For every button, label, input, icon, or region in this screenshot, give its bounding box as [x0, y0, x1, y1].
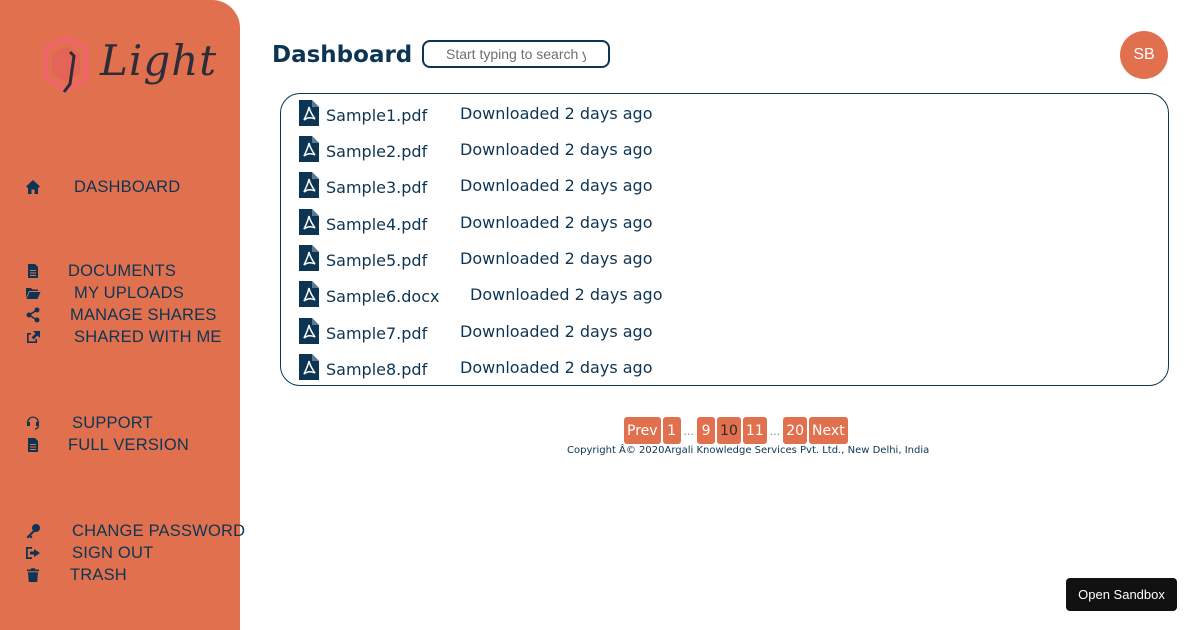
nav-support-label: SUPPORT [72, 413, 153, 432]
nav-my-uploads-label: MY UPLOADS [74, 283, 184, 302]
pdf-file-icon [299, 354, 319, 380]
nav-full-version[interactable]: FULL VERSION [24, 434, 189, 456]
file-status: Downloaded 2 days ago [460, 213, 653, 232]
file-status: Downloaded 2 days ago [460, 249, 653, 268]
file-row[interactable]: Sample8.pdf Downloaded 2 days ago [299, 354, 1139, 384]
search-input[interactable] [422, 40, 610, 68]
nav-my-uploads[interactable]: MY UPLOADS [24, 282, 184, 304]
file-row[interactable]: Sample4.pdf Downloaded 2 days ago [299, 209, 1139, 239]
file-row[interactable]: Sample6.docx Downloaded 2 days ago [299, 281, 1139, 311]
sidebar: Light DASHBOARD DOCUMENTS MY UPLOADS MAN… [0, 0, 245, 630]
copyright-text: Copyright Â© 2020Argali Knowledge Servic… [567, 445, 930, 456]
nav-change-password[interactable]: CHANGE PASSWORD [24, 520, 245, 542]
nav-trash-label: TRASH [70, 565, 127, 584]
file-row[interactable]: Sample2.pdf Downloaded 2 days ago [299, 136, 1139, 166]
pdf-file-icon [299, 136, 319, 162]
nav-dashboard[interactable]: DASHBOARD [24, 176, 180, 198]
file-row[interactable]: Sample3.pdf Downloaded 2 days ago [299, 172, 1139, 202]
nav-shared-with-me[interactable]: SHARED WITH ME [24, 326, 221, 348]
file-row[interactable]: Sample7.pdf Downloaded 2 days ago [299, 318, 1139, 348]
nav-full-version-label: FULL VERSION [68, 435, 189, 454]
logo-text: Light [100, 36, 218, 85]
file-status: Downloaded 2 days ago [470, 285, 663, 304]
key-icon [24, 522, 42, 540]
file-status: Downloaded 2 days ago [460, 176, 653, 195]
file-name[interactable]: Sample4.pdf [326, 215, 427, 234]
pagination: Prev 1 ... 9 10 11 ... 20 Next [624, 417, 850, 444]
pdf-file-icon [299, 245, 319, 271]
page-10-button[interactable]: 10 [717, 417, 741, 444]
file-name[interactable]: Sample2.pdf [326, 142, 427, 161]
nav-trash[interactable]: TRASH [24, 564, 127, 586]
nav-sign-out[interactable]: SIGN OUT [24, 542, 153, 564]
nav-dashboard-label: DASHBOARD [74, 177, 181, 196]
sign-out-icon [24, 544, 42, 562]
pdf-file-icon [299, 209, 319, 235]
share-square-icon [24, 328, 42, 346]
page-ellipsis: ... [683, 425, 695, 438]
file-name[interactable]: Sample5.pdf [326, 251, 427, 270]
logo-mark-icon [43, 35, 89, 93]
folder-open-icon [24, 284, 42, 302]
nav-support[interactable]: SUPPORT [24, 412, 153, 434]
nav-change-password-label: CHANGE PASSWORD [72, 521, 246, 540]
avatar[interactable]: SB [1120, 31, 1168, 79]
file-status: Downloaded 2 days ago [460, 140, 653, 159]
file-row[interactable]: Sample5.pdf Downloaded 2 days ago [299, 245, 1139, 275]
nav-manage-shares-label: MANAGE SHARES [70, 305, 217, 324]
nav-documents-label: DOCUMENTS [68, 261, 177, 280]
next-page-button[interactable]: Next [809, 417, 848, 444]
app-logo[interactable]: Light [40, 34, 216, 108]
share-alt-icon [24, 306, 42, 324]
page-ellipsis: ... [769, 425, 781, 438]
prev-page-button[interactable]: Prev [624, 417, 661, 444]
pdf-file-icon [299, 172, 319, 198]
page-1-button[interactable]: 1 [662, 417, 681, 444]
page-20-button[interactable]: 20 [783, 417, 808, 444]
nav-sign-out-label: SIGN OUT [72, 543, 154, 562]
file-name[interactable]: Sample6.docx [326, 287, 439, 306]
file-name[interactable]: Sample3.pdf [326, 178, 427, 197]
pdf-file-icon [299, 281, 319, 307]
file-name[interactable]: Sample7.pdf [326, 324, 427, 343]
open-sandbox-button[interactable]: Open Sandbox [1066, 578, 1177, 611]
nav-documents[interactable]: DOCUMENTS [24, 260, 176, 282]
pdf-file-icon [299, 318, 319, 344]
headset-icon [24, 414, 42, 432]
trash-icon [24, 566, 42, 584]
file-list: Sample1.pdf Downloaded 2 days ago Sample… [280, 93, 1169, 386]
home-icon [24, 178, 42, 196]
page-9-button[interactable]: 9 [697, 417, 716, 444]
file-status: Downloaded 2 days ago [460, 104, 653, 123]
file-row[interactable]: Sample1.pdf Downloaded 2 days ago [299, 100, 1139, 130]
nav-shared-with-me-label: SHARED WITH ME [74, 327, 222, 346]
file-status: Downloaded 2 days ago [460, 322, 653, 341]
page-title: Dashboard [272, 42, 413, 68]
page-11-button[interactable]: 11 [742, 417, 767, 444]
file-status: Downloaded 2 days ago [460, 358, 653, 377]
file-name[interactable]: Sample8.pdf [326, 360, 427, 379]
file-text-icon [24, 436, 42, 454]
file-name[interactable]: Sample1.pdf [326, 106, 427, 125]
nav-manage-shares[interactable]: MANAGE SHARES [24, 304, 216, 326]
pdf-file-icon [299, 100, 319, 126]
file-icon [24, 262, 42, 280]
